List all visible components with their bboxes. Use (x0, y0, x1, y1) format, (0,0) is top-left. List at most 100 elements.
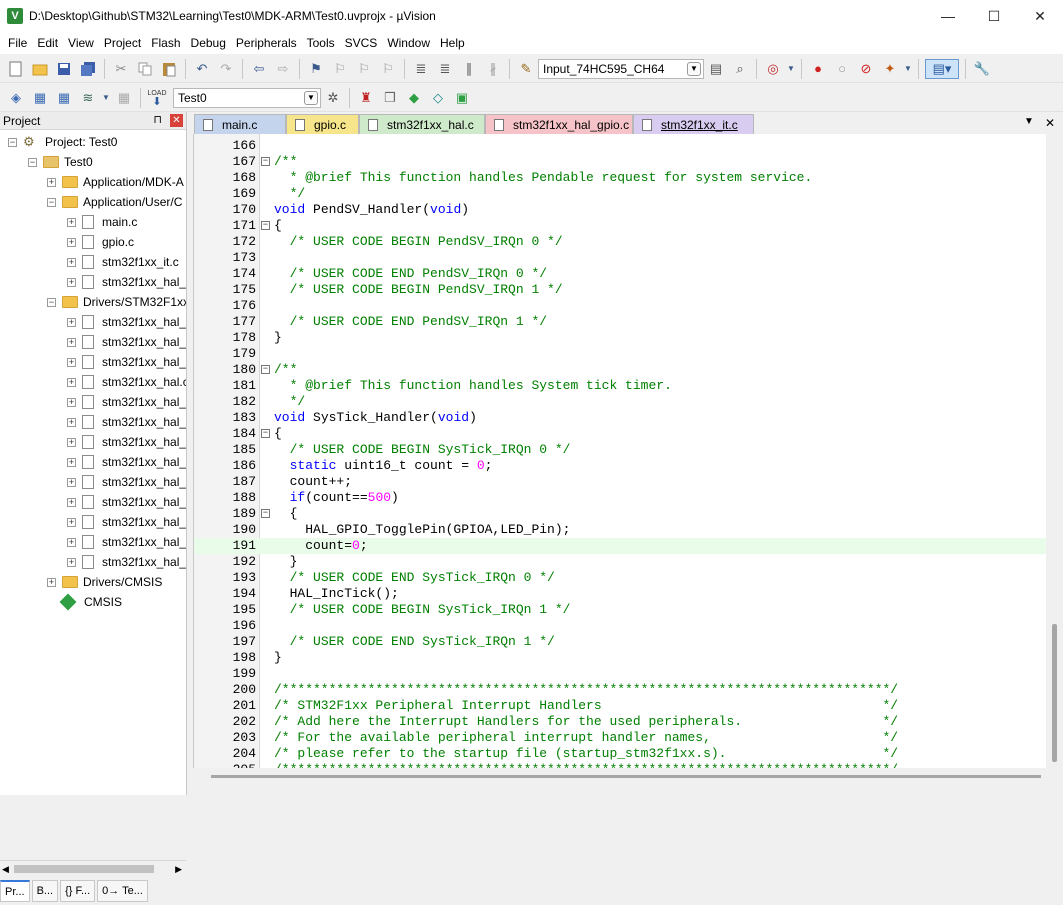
navigate-back-icon[interactable]: ⇦ (249, 59, 269, 79)
redo-icon[interactable]: ↷ (216, 59, 236, 79)
scroll-left-icon[interactable]: ◀ (2, 864, 9, 875)
code-line[interactable]: 179 (194, 346, 1046, 362)
expand-icon[interactable]: + (67, 237, 76, 247)
menu-tools[interactable]: Tools (302, 32, 340, 54)
editor-vscrollbar[interactable] (1046, 134, 1063, 768)
tree-item-file[interactable]: + stm32f1xx_hal_t (67, 332, 186, 352)
close-tab-icon[interactable]: ✕ (1045, 116, 1055, 130)
code-line[interactable]: 194 HAL_IncTick(); (194, 586, 1046, 602)
code-line[interactable]: 182 */ (194, 394, 1046, 410)
close-pane-icon[interactable]: ✕ (170, 114, 183, 127)
tree-item-cmsis[interactable]: CMSIS (59, 592, 122, 612)
fold-toggle-icon[interactable]: − (261, 429, 270, 438)
fold-toggle-icon[interactable]: − (261, 221, 270, 230)
expand-icon[interactable]: + (67, 337, 76, 347)
download-icon[interactable]: LOAD ⬇ (147, 88, 167, 108)
fold-toggle-icon[interactable]: − (261, 365, 270, 374)
collapse-icon[interactable]: − (47, 297, 56, 307)
expand-icon[interactable]: + (67, 317, 76, 327)
code-line[interactable]: 177 /* USER CODE END PendSV_IRQn 1 */ (194, 314, 1046, 330)
code-line[interactable]: 187 count++; (194, 474, 1046, 490)
code-line[interactable]: 172 /* USER CODE BEGIN PendSV_IRQn 0 */ (194, 234, 1046, 250)
next-bookmark-icon[interactable]: ⚐ (354, 59, 374, 79)
pin-icon[interactable]: ⊓ (153, 113, 162, 126)
debug-session-icon[interactable]: ◎ (763, 59, 783, 79)
code-line[interactable]: 173 (194, 250, 1046, 266)
code-line[interactable]: 191 count=0; (194, 538, 1046, 554)
fold-toggle-icon[interactable]: − (261, 509, 270, 518)
open-folder-icon[interactable] (30, 59, 50, 79)
breakpoint-disable-icon[interactable]: ○ (832, 59, 852, 79)
batch-build-icon[interactable]: ≋ (78, 88, 98, 108)
incremental-find-icon[interactable]: ▤ (706, 59, 726, 79)
tree-item-file[interactable]: + main.c (67, 212, 137, 232)
menu-edit[interactable]: Edit (32, 32, 63, 54)
target-options-icon[interactable]: ✲ (323, 88, 343, 108)
dropdown-arrow-icon[interactable]: ▼ (904, 59, 912, 79)
undo-icon[interactable]: ↶ (192, 59, 212, 79)
code-line[interactable]: 197 /* USER CODE END SysTick_IRQn 1 */ (194, 634, 1046, 650)
save-all-icon[interactable] (78, 59, 98, 79)
chevron-down-icon[interactable]: ▼ (304, 90, 318, 105)
tab-functions[interactable]: {} F... (60, 880, 96, 902)
tree-item-file[interactable]: + gpio.c (67, 232, 134, 252)
code-line[interactable]: 186 static uint16_t count = 0; (194, 458, 1046, 474)
code-line[interactable]: 192 } (194, 554, 1046, 570)
dropdown-arrow-icon[interactable]: ▼ (787, 59, 795, 79)
code-editor[interactable]: 166 167−/** 168 * @brief This function han… (193, 134, 1046, 768)
expand-icon[interactable]: + (67, 277, 76, 287)
code-line[interactable]: 180−/** (194, 362, 1046, 378)
code-line[interactable]: 166 (194, 138, 1046, 154)
target-combo[interactable]: Test0 ▼ (173, 87, 321, 108)
prev-bookmark-icon[interactable]: ⚐ (330, 59, 350, 79)
tree-item-file[interactable]: + stm32f1xx_hal_c (67, 472, 186, 492)
code-line[interactable]: 201 /* STM32F1xx Peripheral Interrupt Han… (194, 698, 1046, 714)
expand-icon[interactable]: + (67, 457, 76, 467)
menu-peripherals[interactable]: Peripherals (231, 32, 302, 54)
tree-item-file[interactable]: + stm32f1xx_hal_r (67, 392, 186, 412)
scroll-thumb[interactable] (1052, 624, 1057, 762)
tree-item-file[interactable]: + stm32f1xx_hal_r (67, 272, 186, 292)
code-line[interactable]: 184−{ (194, 426, 1046, 442)
expand-icon[interactable]: + (67, 437, 76, 447)
menu-project[interactable]: Project (99, 32, 146, 54)
menu-window[interactable]: Window (382, 32, 435, 54)
expand-icon[interactable]: + (67, 537, 76, 547)
tree-item-group[interactable]: + Application/MDK-A (47, 172, 184, 192)
code-line[interactable]: 170 void PendSV_Handler(void) (194, 202, 1046, 218)
find-combo[interactable]: Input_74HC595_CH64 ▼ (538, 58, 704, 79)
bookmark-icon[interactable]: ⚑ (306, 59, 326, 79)
find-in-files-icon[interactable]: ✎ (516, 59, 536, 79)
expand-icon[interactable]: + (67, 417, 76, 427)
expand-icon[interactable]: + (67, 217, 76, 227)
manage-run-time-environment-icon[interactable]: ◆ (404, 88, 424, 108)
expand-icon[interactable]: + (67, 257, 76, 267)
tab-list-dropdown-icon[interactable]: ▼ (1024, 116, 1034, 127)
new-file-icon[interactable] (6, 59, 26, 79)
code-line[interactable]: 200 /************************************… (194, 682, 1046, 698)
save-icon[interactable] (54, 59, 74, 79)
code-line[interactable]: 196 (194, 618, 1046, 634)
code-line[interactable]: 168 * @brief This function handles Penda… (194, 170, 1046, 186)
expand-icon[interactable]: + (47, 577, 56, 587)
tree-item-file[interactable]: + stm32f1xx_hal_c (67, 452, 186, 472)
scroll-thumb[interactable] (14, 865, 154, 873)
rebuild-icon[interactable]: ▦ (54, 88, 74, 108)
code-line[interactable]: 167−/** (194, 154, 1046, 170)
tab-gpio-c[interactable]: gpio.c (286, 114, 359, 134)
uncomment-icon[interactable]: ∦ (483, 59, 503, 79)
minimize-button[interactable]: — (925, 0, 971, 32)
collapse-icon[interactable]: − (28, 157, 37, 167)
expand-icon[interactable]: + (67, 497, 76, 507)
tree-item-project[interactable]: − ⚙ Project: Test0 (8, 132, 117, 152)
code-line[interactable]: 193 /* USER CODE END SysTick_IRQn 0 */ (194, 570, 1046, 586)
code-line[interactable]: 185 /* USER CODE BEGIN SysTick_IRQn 0 */ (194, 442, 1046, 458)
menu-debug[interactable]: Debug (186, 32, 231, 54)
comment-icon[interactable]: ∥ (459, 59, 479, 79)
collapse-icon[interactable]: − (47, 197, 56, 207)
tab-stm32f1xx-it-c[interactable]: stm32f1xx_it.c (633, 114, 754, 134)
code-line[interactable]: 183 void SysTick_Handler(void) (194, 410, 1046, 426)
scroll-right-icon[interactable]: ▶ (175, 864, 182, 875)
expand-icon[interactable]: + (67, 517, 76, 527)
code-line[interactable]: 174 /* USER CODE END PendSV_IRQn 0 */ (194, 266, 1046, 282)
